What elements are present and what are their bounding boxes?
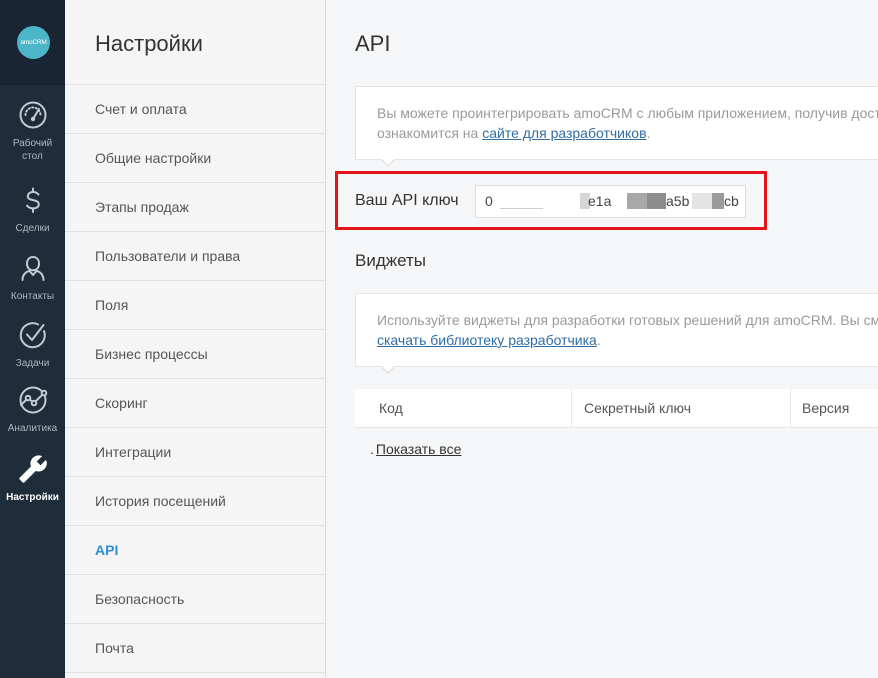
- settings-menu-title: Настройки: [95, 31, 203, 56]
- settings-item-pipeline-stages[interactable]: Этапы продаж: [65, 183, 325, 232]
- nav-item-label: Настройки: [6, 492, 59, 503]
- column-header-secret-key: Секретный ключ: [571, 389, 790, 427]
- api-key-fragment: 0: [485, 193, 493, 209]
- developer-library-link[interactable]: скачать библиотеку разработчика: [377, 332, 597, 348]
- developers-site-link[interactable]: сайте для разработчиков: [482, 125, 646, 141]
- analytics-chart-icon: [19, 386, 47, 414]
- api-key-fragment: cb: [724, 193, 739, 209]
- column-header-code: Код: [379, 400, 403, 416]
- nav-item-dashboard[interactable]: Рабочий стол: [0, 100, 65, 163]
- nav-item-deals[interactable]: Сделки: [0, 185, 65, 235]
- settings-item-visit-history[interactable]: История посещений: [65, 477, 325, 526]
- api-key-fragment: a5b: [666, 193, 690, 209]
- info-text-end: .: [646, 125, 651, 141]
- app-window: amoCRM Рабочий стол Сделки Контакты Зада…: [0, 0, 878, 678]
- nav-item-label: Контакты: [10, 291, 55, 302]
- settings-item-api[interactable]: API: [65, 526, 325, 575]
- nav-item-label: Задачи: [15, 358, 50, 369]
- settings-menu-list: Счет и оплата Общие настройки Этапы прод…: [65, 85, 325, 673]
- show-all-link[interactable]: Показать все: [376, 441, 461, 457]
- settings-item-security[interactable]: Безопасность: [65, 575, 325, 624]
- main-content: API Вы можете проинтегрировать amoCRM с …: [326, 0, 878, 678]
- contact-person-icon: [21, 256, 44, 281]
- page-title: API: [355, 31, 391, 56]
- task-check-icon: [19, 322, 46, 349]
- nav-item-label: Сделки: [15, 223, 50, 234]
- nav-item-tasks[interactable]: Задачи: [0, 320, 65, 370]
- settings-wrench-icon: [18, 455, 47, 483]
- settings-item-users-rights[interactable]: Пользователи и права: [65, 232, 325, 281]
- api-key-fragment: e1a: [588, 193, 612, 209]
- tooltip-arrow: [380, 365, 396, 374]
- api-key-label: Ваш API ключ: [355, 192, 459, 209]
- redaction-block: [647, 193, 666, 209]
- redaction-block: [692, 193, 712, 209]
- widgets-info-box: Используйте виджеты для разработки готов…: [355, 293, 878, 374]
- show-all-row: . Показать все: [370, 440, 461, 458]
- dollar-icon: [25, 187, 40, 213]
- dashboard-gauge-icon: [19, 101, 46, 129]
- settings-item-business-processes[interactable]: Бизнес процессы: [65, 330, 325, 379]
- settings-item-fields[interactable]: Поля: [65, 281, 325, 330]
- info-text: Вы можете проинтегрировать amoCRM с любы…: [377, 105, 878, 121]
- api-key-field[interactable]: 0 e1a a5b cb: [475, 185, 746, 218]
- widgets-table-header: Код Секретный ключ Версия: [355, 389, 878, 428]
- nav-item-label: Рабочий стол: [12, 138, 53, 162]
- info-text: Используйте виджеты для разработки готов…: [377, 312, 878, 328]
- redaction-block: [712, 193, 724, 209]
- settings-menu-header: Настройки: [65, 0, 325, 85]
- nav-item-label: Аналитика: [7, 423, 58, 434]
- column-header-version: Версия: [790, 389, 878, 427]
- settings-item-general[interactable]: Общие настройки: [65, 134, 325, 183]
- settings-item-mail[interactable]: Почта: [65, 624, 325, 673]
- widgets-section-title: Виджеты: [355, 251, 427, 270]
- settings-item-billing[interactable]: Счет и оплата: [65, 85, 325, 134]
- settings-item-integrations[interactable]: Интеграции: [65, 428, 325, 477]
- settings-menu-panel: Настройки Счет и оплата Общие настройки …: [65, 0, 326, 678]
- logo-area: amoCRM: [0, 0, 65, 85]
- info-text: ознакомится на: [377, 125, 483, 141]
- info-text-end: .: [596, 332, 601, 348]
- settings-item-scoring[interactable]: Скоринг: [65, 379, 325, 428]
- redaction-block: [500, 208, 543, 209]
- nav-item-settings[interactable]: Настройки: [0, 454, 65, 504]
- logo-text: amoCRM: [20, 39, 47, 46]
- show-all-bullet: .: [370, 441, 374, 457]
- info-text-line2: ознакомится на сайте для разработчиков.: [377, 123, 878, 143]
- api-info-box: Вы можете проинтегрировать amoCRM с любы…: [355, 86, 878, 167]
- nav-item-analytics[interactable]: Аналитика: [0, 385, 65, 435]
- main-sidebar: amoCRM Рабочий стол Сделки Контакты Зада…: [0, 0, 65, 678]
- redaction-block: [627, 193, 647, 209]
- nav-item-contacts[interactable]: Контакты: [0, 253, 65, 303]
- info-text-line2: скачать библиотеку разработчика.: [377, 330, 878, 350]
- tooltip-arrow: [380, 158, 396, 167]
- amocrm-logo[interactable]: amoCRM: [17, 26, 50, 59]
